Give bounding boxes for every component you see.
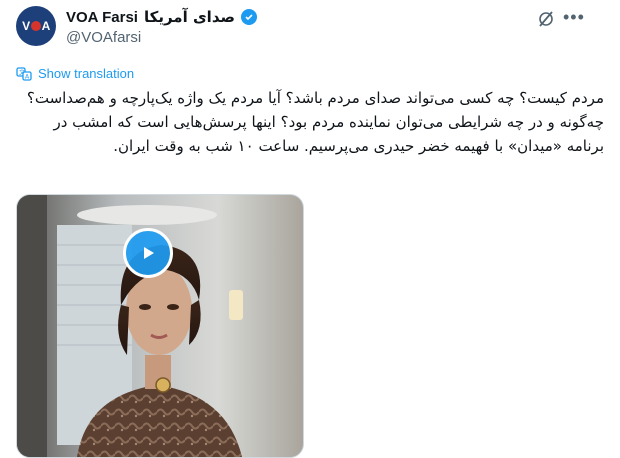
tweet-text: مردم کیست؟ چه کسی می‌تواند صدای مردم باش…	[26, 89, 604, 155]
play-icon	[144, 247, 154, 259]
author-display-name-fa[interactable]: صدای آمریکا	[144, 8, 235, 26]
translate-icon: 文 A	[16, 66, 32, 81]
verified-badge-icon	[241, 9, 257, 25]
show-translation-label: Show translation	[38, 66, 135, 81]
more-options-icon[interactable]: •••	[563, 8, 585, 28]
play-button[interactable]	[123, 228, 173, 278]
author-handle[interactable]: @VOAfarsi	[66, 29, 141, 46]
author-display-name[interactable]: VOA Farsi	[66, 9, 138, 26]
avatar-logo-text: VA	[22, 19, 50, 33]
author-name-row: VOA Farsi صدای آمریکا	[66, 8, 257, 26]
grok-icon[interactable]	[537, 10, 555, 28]
show-translation-link[interactable]: 文 A Show translation	[16, 66, 134, 81]
avatar-logo-dot	[30, 21, 41, 31]
avatar[interactable]: VA	[16, 6, 56, 46]
